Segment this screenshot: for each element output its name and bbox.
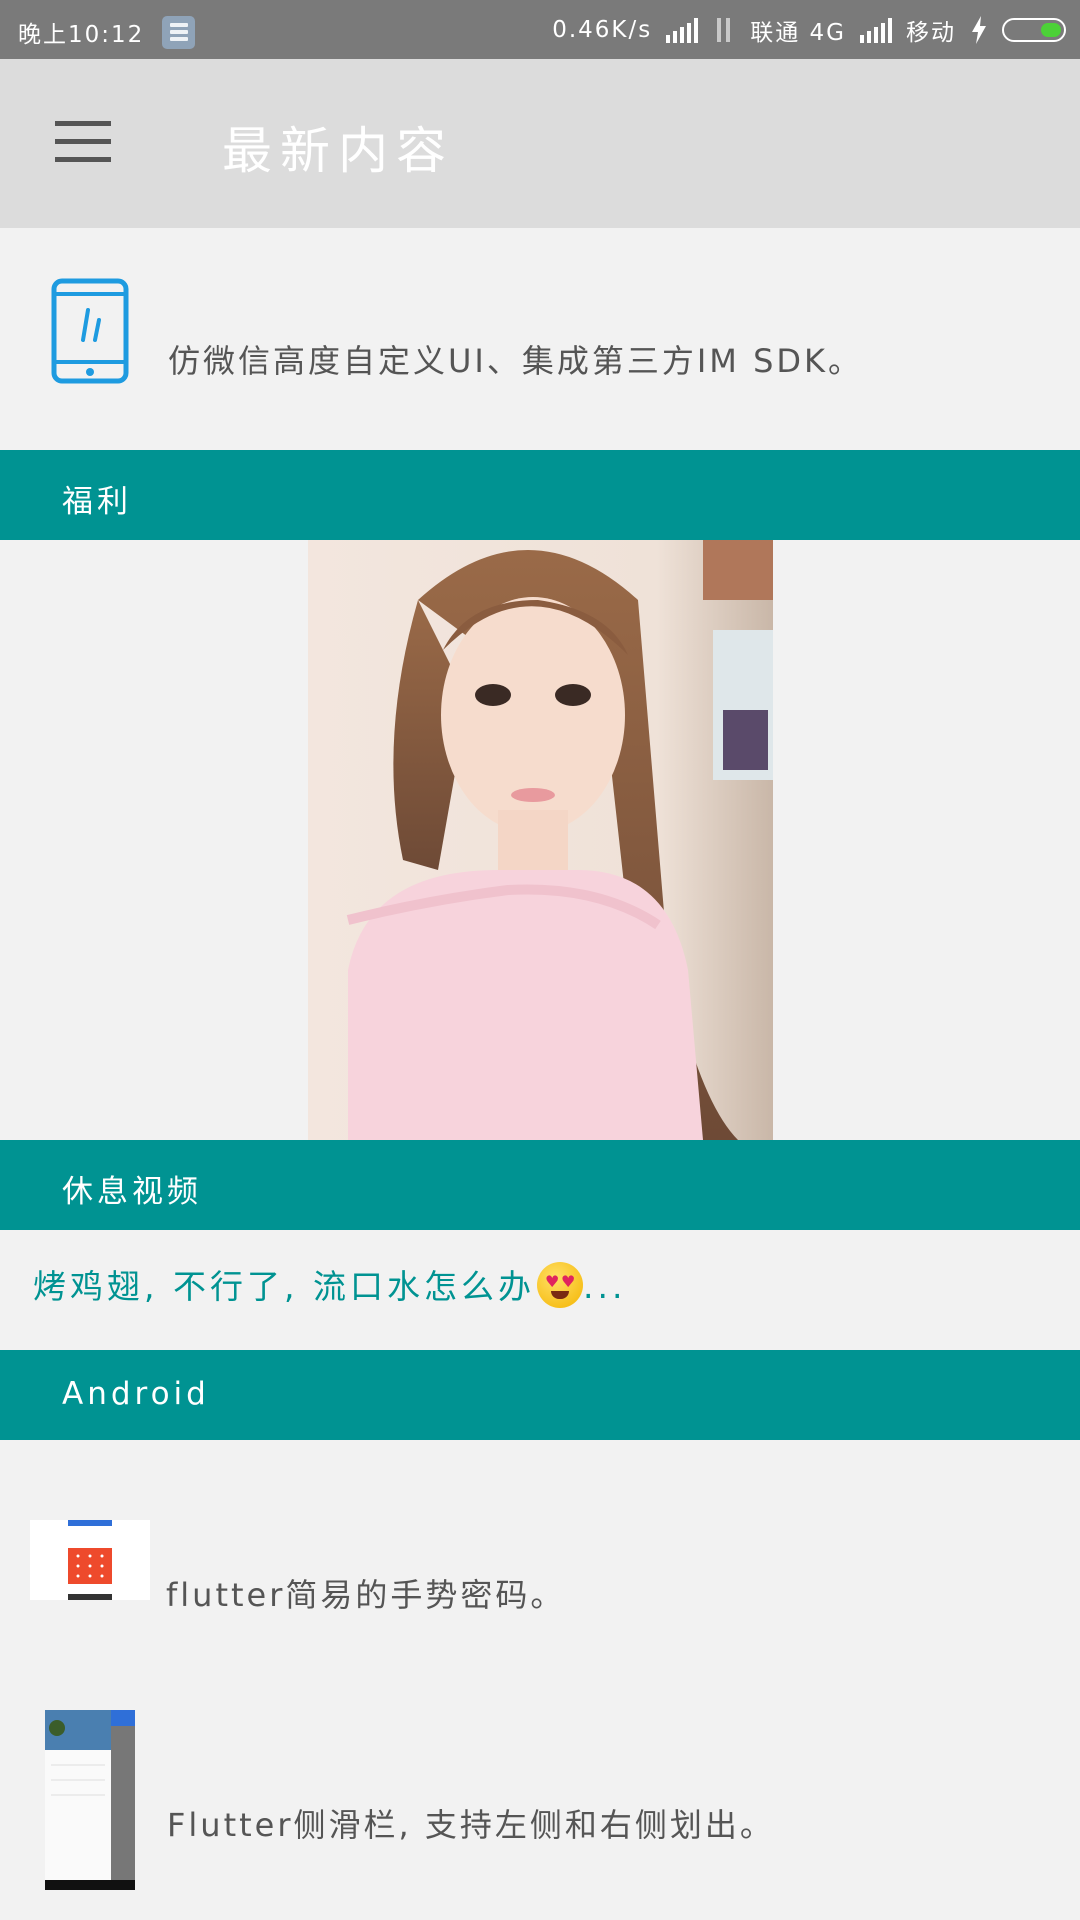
video-item-label: 烤鸡翅, 不行了, 流口水怎么办 xyxy=(33,1267,535,1306)
section-header-video: 休息视频 xyxy=(0,1140,1080,1230)
carrier-mobile: 移动 xyxy=(906,20,956,46)
list-item-drawer[interactable]: Flutter侧滑栏, 支持左侧和右侧划出。 xyxy=(0,1690,1080,1920)
welfare-photo[interactable] xyxy=(308,540,773,1140)
battery-icon xyxy=(1002,18,1066,42)
network-speed: 0.46K/s xyxy=(552,17,653,43)
app-toolbar: 最新内容 xyxy=(0,59,1080,228)
hamburger-menu-icon[interactable] xyxy=(55,121,111,163)
section-header-fuli: 福利 xyxy=(0,450,1080,540)
list-item-label: Flutter侧滑栏, 支持左侧和右侧划出。 xyxy=(167,1806,775,1844)
signal-icon xyxy=(860,17,892,43)
charging-icon xyxy=(972,16,986,44)
video-item-ellipsis: ... xyxy=(582,1267,627,1306)
page-title: 最新内容 xyxy=(222,122,454,180)
section-header-android: Android xyxy=(0,1350,1080,1440)
carrier-unicom: 联通 4G xyxy=(750,20,846,46)
drawer-thumbnail xyxy=(45,1710,135,1890)
heart-eyes-emoji-icon: ♥ ♥ xyxy=(536,1261,583,1308)
notification-doc-icon xyxy=(162,15,196,49)
list-item-wechat-ui[interactable]: 仿微信高度自定义UI、集成第三方IM SDK。 xyxy=(0,228,1080,450)
signal-icon xyxy=(666,17,699,43)
list-item-label: 仿微信高度自定义UI、集成第三方IM SDK。 xyxy=(168,342,864,380)
portrait-image xyxy=(308,540,773,1140)
status-time: 晚上10:12 xyxy=(18,22,145,48)
video-item[interactable]: 烤鸡翅, 不行了, 流口水怎么办 ♥ ♥... xyxy=(33,1260,626,1308)
status-bar: 晚上10:12 0.46K/s 联通 4G 移动 xyxy=(0,0,1080,59)
list-item-label: flutter简易的手势密码。 xyxy=(166,1576,566,1614)
data-arrows-icon xyxy=(712,16,736,44)
list-item-gesture-password[interactable]: flutter简易的手势密码。 xyxy=(0,1470,1080,1630)
gesture-lock-thumbnail xyxy=(30,1520,150,1600)
phone-icon xyxy=(51,278,129,384)
